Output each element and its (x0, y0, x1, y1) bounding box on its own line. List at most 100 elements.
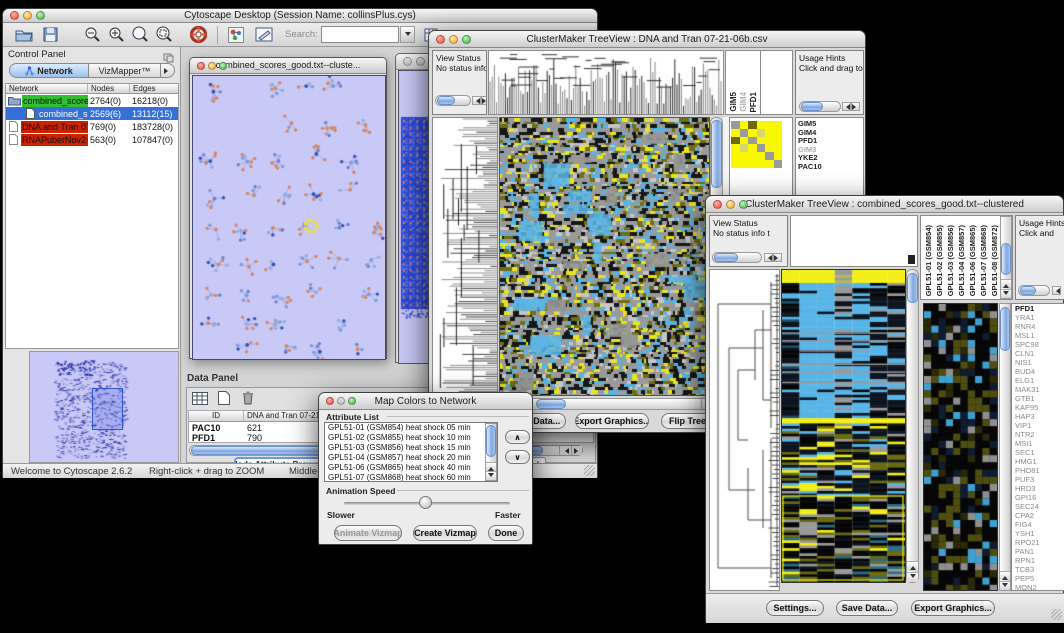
tv2-genes-vscrollbar[interactable] (999, 303, 1011, 591)
gene-label[interactable]: NIS1 (1012, 358, 1064, 367)
table-row-selected[interactable]: combined_sco 2569(6) 13112(15) (6, 107, 178, 120)
gene-label[interactable]: MSI1 (1012, 439, 1064, 448)
matrix-cell[interactable] (748, 152, 757, 160)
col-header-edges[interactable]: Edges (130, 84, 178, 94)
matrix-cell[interactable] (731, 129, 740, 137)
tab-overflow-button[interactable] (161, 63, 175, 78)
scroll-left-button[interactable] (472, 96, 481, 105)
column-label[interactable]: GPL51-07 (GSM868) (979, 225, 988, 296)
zoom-window-button[interactable] (739, 200, 748, 209)
tv2-vscrollbar[interactable] (906, 269, 919, 583)
matrix-cell[interactable] (748, 121, 757, 129)
column-label[interactable]: GIM4 (739, 92, 748, 112)
minimize-button[interactable] (416, 57, 425, 66)
gene-label[interactable]: RPO21 (1012, 538, 1064, 547)
main-titlebar[interactable]: Cytoscape Desktop (Session Name: collins… (3, 9, 597, 23)
done-button[interactable]: Done (488, 525, 524, 541)
matrix-cell[interactable] (757, 160, 766, 168)
scrollbar-thumb[interactable] (437, 96, 455, 105)
matrix-cell[interactable] (740, 144, 749, 152)
viewport-rectangle[interactable] (92, 388, 123, 430)
gene-label[interactable]: RNR4 (1012, 322, 1064, 331)
gene-label[interactable]: RPN1 (1012, 556, 1064, 565)
scroll-up-button[interactable] (1000, 571, 1010, 580)
search-dropdown-button[interactable] (400, 26, 415, 43)
matrix-cell[interactable] (748, 129, 757, 137)
delete-attribute-button[interactable] (238, 389, 258, 407)
gene-label[interactable]: HAP3 (1012, 412, 1064, 421)
resize-grip[interactable] (1051, 609, 1062, 620)
scroll-left-button[interactable] (559, 446, 570, 455)
matrix-cell[interactable] (731, 152, 740, 160)
gene-label[interactable]: YRA1 (1012, 313, 1064, 322)
vizmapper-button[interactable] (225, 25, 247, 44)
scrollbar-thumb[interactable] (907, 273, 918, 303)
table-row[interactable]: RNAPuberNov2+ 563(0) 107847(0) (6, 133, 178, 146)
minimize-button[interactable] (208, 62, 216, 70)
table-row[interactable]: DNA and Tran 07 769(0) 183728(0) (6, 120, 178, 133)
scroll-right-button[interactable] (481, 96, 487, 105)
matrix-cell[interactable] (765, 160, 774, 168)
gene-label[interactable]: VIP1 (1012, 421, 1064, 430)
gene-label[interactable]: PUF3 (1012, 475, 1064, 484)
scroll-down-button[interactable] (1000, 581, 1010, 590)
gene-label[interactable]: SEC1 (1012, 448, 1064, 457)
matrix-cell[interactable] (748, 137, 757, 145)
scrollbar-thumb[interactable] (1020, 286, 1036, 295)
matrix-cell[interactable] (731, 160, 740, 168)
dialog-titlebar[interactable]: Map Colors to Network (319, 393, 532, 410)
search-input[interactable] (321, 26, 399, 43)
matrix-cell[interactable] (774, 152, 783, 160)
matrix-cell[interactable] (774, 121, 783, 129)
matrix-cell[interactable] (765, 137, 774, 145)
tv2-detail-heatmap-panel[interactable] (923, 303, 998, 591)
gene-label[interactable]: NTR2 (1012, 430, 1064, 439)
tv2-column-labels-panel[interactable]: GPL51-01 (GSM854)GPL51-02 (GSM855)GPL51-… (920, 215, 1013, 300)
matrix-cell[interactable] (774, 129, 783, 137)
gene-label[interactable]: MON2 (1012, 583, 1064, 591)
zoom-window-button[interactable] (36, 11, 45, 20)
attribute-item[interactable]: GPL51-02 (GSM855) heat shock 10 min (325, 433, 485, 443)
scrollbar-thumb[interactable] (801, 102, 823, 111)
matrix-cell[interactable] (765, 144, 774, 152)
tv2-row-dendrogram-panel[interactable] (709, 269, 780, 591)
attribute-item[interactable]: GPL51-07 (GSM868) heat shock 60 min (325, 473, 485, 482)
tab-network[interactable]: Network (9, 63, 89, 78)
tv1-usage-hscrollbar[interactable] (799, 101, 841, 112)
birdseye-view[interactable] (29, 351, 179, 463)
save-session-button[interactable] (39, 25, 61, 44)
matrix-cell[interactable] (731, 137, 740, 145)
speed-slider-thumb[interactable] (419, 496, 432, 509)
zoom-fit-button[interactable] (153, 25, 175, 44)
gene-label[interactable]: YSH1 (1012, 529, 1064, 538)
matrix-cell[interactable] (731, 144, 740, 152)
scroll-up-button[interactable] (486, 462, 496, 471)
gene-label[interactable]: FIG4 (1012, 520, 1064, 529)
matrix-cell[interactable] (765, 121, 774, 129)
gene-label[interactable]: PFD1 (1012, 304, 1064, 313)
matrix-cell[interactable] (740, 152, 749, 160)
gene-label[interactable]: PAC10 (796, 163, 863, 172)
scroll-down-button[interactable] (907, 572, 918, 582)
treeview1-titlebar[interactable]: ClusterMaker TreeView : DNA and Tran 07-… (429, 31, 865, 48)
matrix-cell[interactable] (757, 144, 766, 152)
matrix-cell[interactable] (765, 152, 774, 160)
scroll-right-button[interactable] (571, 446, 582, 455)
close-button[interactable] (436, 35, 445, 44)
minimize-button[interactable] (449, 35, 458, 44)
gene-label[interactable]: PHO81 (1012, 466, 1064, 475)
close-button[interactable] (403, 57, 412, 66)
export-graphics-button[interactable]: Export Graphics... (575, 413, 649, 429)
help-button[interactable] (187, 25, 209, 44)
matrix-cell[interactable] (765, 129, 774, 137)
resize-grip[interactable] (584, 465, 595, 476)
scroll-left-button[interactable] (842, 102, 851, 111)
scrollbar-thumb[interactable] (1001, 243, 1011, 275)
zoom-window-button[interactable] (348, 397, 356, 405)
gene-label[interactable]: HRD3 (1012, 484, 1064, 493)
gene-label[interactable]: PEP5 (1012, 574, 1064, 583)
scroll-up-button[interactable] (907, 561, 918, 571)
col-header-nodes[interactable]: Nodes (88, 84, 130, 94)
gene-label[interactable]: SPC98 (1012, 340, 1064, 349)
column-label[interactable]: GPL51-06 (GSM865) (968, 225, 977, 296)
